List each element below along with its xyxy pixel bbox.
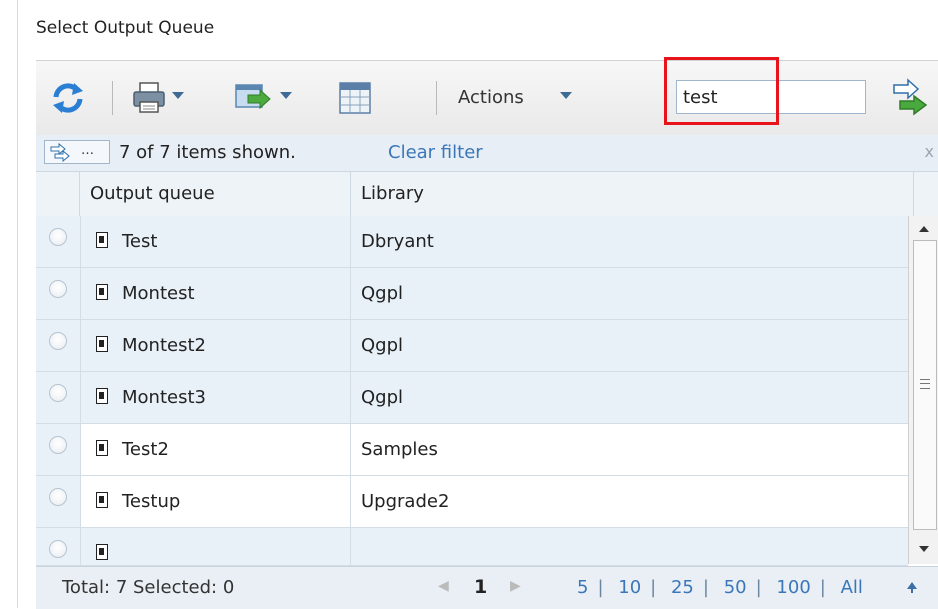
queue-cell: Montest2	[80, 320, 351, 371]
separator: |	[755, 577, 762, 598]
queue-name: Montest2	[122, 335, 206, 356]
filter-button-label: …	[81, 143, 94, 158]
table-row[interactable]: Montest2 Qgpl	[36, 320, 908, 372]
row-select-cell	[36, 424, 81, 475]
table-row[interactable]: Montest3 Qgpl	[36, 372, 908, 424]
queue-name: Montest3	[122, 387, 206, 408]
toolbar-separator	[436, 81, 437, 115]
table-row[interactable]: Montest Qgpl	[36, 268, 908, 320]
scroll-to-top-icon[interactable]	[907, 582, 917, 593]
search-input[interactable]	[676, 80, 866, 114]
row-radio-button[interactable]	[49, 332, 67, 350]
refresh-icon[interactable]	[50, 81, 86, 119]
queue-cell: Montest	[80, 268, 351, 319]
filter-count-text: 7 of 7 items shown.	[119, 142, 296, 163]
queue-cell: Test	[80, 216, 351, 267]
page-size-10[interactable]: 10	[618, 577, 641, 598]
select-column-header	[36, 172, 80, 216]
page-size-100[interactable]: 100	[776, 577, 810, 598]
library-name: Qgpl	[361, 387, 404, 408]
output-queue-icon	[96, 544, 108, 560]
panel-left-border	[17, 0, 18, 608]
scroll-thumb[interactable]	[913, 240, 937, 530]
table-row[interactable]: Test2 Samples	[36, 424, 908, 476]
filter-toggle-button[interactable]: …	[44, 140, 110, 164]
filter-arrows-icon	[50, 142, 70, 162]
row-select-cell	[36, 372, 81, 423]
queue-cell	[80, 528, 351, 565]
actions-dropdown-arrow[interactable]	[560, 92, 572, 99]
library-name: Samples	[361, 439, 438, 460]
output-queue-icon	[96, 388, 108, 404]
page-size-5[interactable]: 5	[577, 577, 588, 598]
output-queue-icon	[96, 284, 108, 300]
row-radio-button[interactable]	[49, 540, 67, 558]
page-title: Select Output Queue	[36, 18, 215, 38]
toolbar-separator	[112, 81, 113, 115]
filter-bar: … 7 of 7 items shown. Clear filter x	[36, 135, 938, 172]
queue-name: Test2	[122, 439, 169, 460]
library-name: Upgrade2	[361, 491, 450, 512]
previous-page-icon[interactable]: ◀	[438, 578, 449, 594]
page-size-50[interactable]: 50	[724, 577, 747, 598]
row-select-cell	[36, 268, 81, 319]
output-queue-icon	[96, 336, 108, 352]
filter-go-icon[interactable]	[892, 77, 932, 121]
table-row[interactable]: Testup Upgrade2	[36, 476, 908, 528]
scroll-down-arrow-icon[interactable]	[919, 546, 929, 552]
actions-menu-label[interactable]: Actions	[458, 87, 524, 108]
page-size-all[interactable]: All	[841, 577, 863, 598]
output-queue-icon	[96, 440, 108, 456]
page-size-links: 5 | 10 | 25 | 50 | 100 | All	[577, 577, 863, 598]
library-name: Qgpl	[361, 335, 404, 356]
separator: |	[597, 577, 604, 598]
table-footer: Total: 7 Selected: 0 ◀ 1 ▶ 5 | 10 | 25 | 50…	[36, 566, 938, 609]
separator: |	[819, 577, 826, 598]
library-name: Qgpl	[361, 283, 404, 304]
row-radio-button[interactable]	[49, 228, 67, 246]
column-header-output-queue[interactable]: Output queue	[80, 172, 351, 216]
row-radio-button[interactable]	[49, 436, 67, 454]
table-scrollbar[interactable]	[908, 216, 938, 564]
queue-cell: Testup	[80, 476, 351, 527]
export-dropdown-arrow[interactable]	[280, 92, 292, 99]
queue-cell: Test2	[80, 424, 351, 475]
next-page-icon[interactable]: ▶	[510, 578, 521, 594]
total-selected-text: Total: 7 Selected: 0	[62, 577, 235, 598]
output-queue-icon	[96, 492, 108, 508]
row-select-cell	[36, 476, 81, 527]
row-select-cell	[36, 320, 81, 371]
scroll-grip-icon	[920, 379, 930, 389]
separator: |	[650, 577, 657, 598]
queue-cell: Montest3	[80, 372, 351, 423]
printer-dropdown-arrow[interactable]	[172, 92, 184, 99]
queue-name: Test	[122, 231, 158, 252]
row-select-cell	[36, 528, 81, 565]
clear-filter-link[interactable]: Clear filter	[388, 142, 483, 163]
current-page-number[interactable]: 1	[474, 576, 487, 598]
row-radio-button[interactable]	[49, 384, 67, 402]
column-header-library[interactable]: Library	[351, 172, 914, 216]
library-name: Dbryant	[361, 231, 434, 252]
row-radio-button[interactable]	[49, 280, 67, 298]
table-row-partial[interactable]	[36, 528, 908, 566]
toolbar: Actions	[36, 57, 938, 136]
output-queue-icon	[96, 232, 108, 248]
printer-icon[interactable]	[132, 81, 166, 119]
row-radio-button[interactable]	[49, 488, 67, 506]
table-columns-icon[interactable]	[338, 81, 372, 119]
queue-name: Montest	[122, 283, 195, 304]
queue-name: Testup	[122, 491, 181, 512]
export-icon[interactable]	[234, 81, 272, 117]
filter-close-icon[interactable]: x	[925, 142, 934, 161]
page-size-25[interactable]: 25	[671, 577, 694, 598]
row-select-cell	[36, 216, 81, 267]
table-row[interactable]: Test Dbryant	[36, 216, 908, 268]
table-header: Output queue Library	[36, 172, 938, 217]
scroll-up-arrow-icon[interactable]	[919, 226, 929, 232]
separator: |	[702, 577, 709, 598]
